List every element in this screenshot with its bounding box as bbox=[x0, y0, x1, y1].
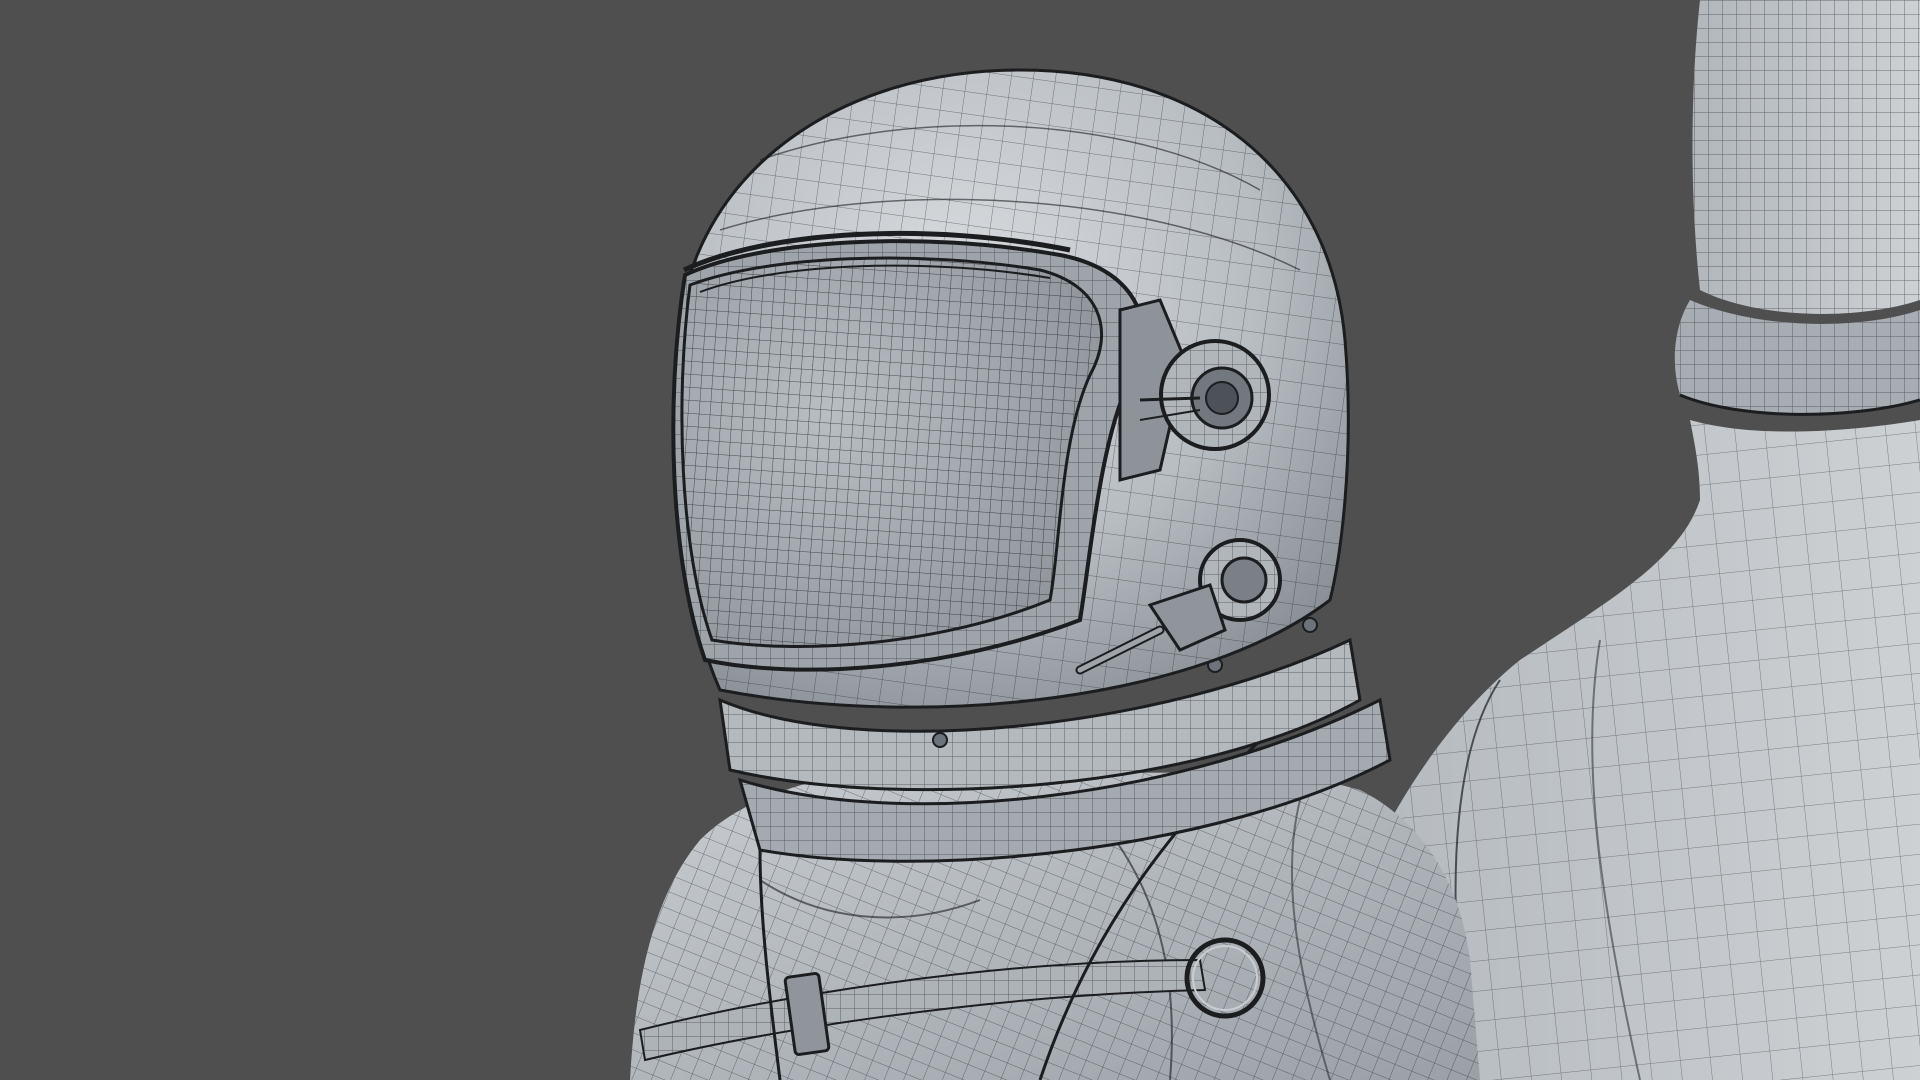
render-viewport bbox=[0, 0, 1920, 1080]
wireframe-render bbox=[630, 0, 1920, 1080]
helmet-visor bbox=[671, 230, 1146, 672]
